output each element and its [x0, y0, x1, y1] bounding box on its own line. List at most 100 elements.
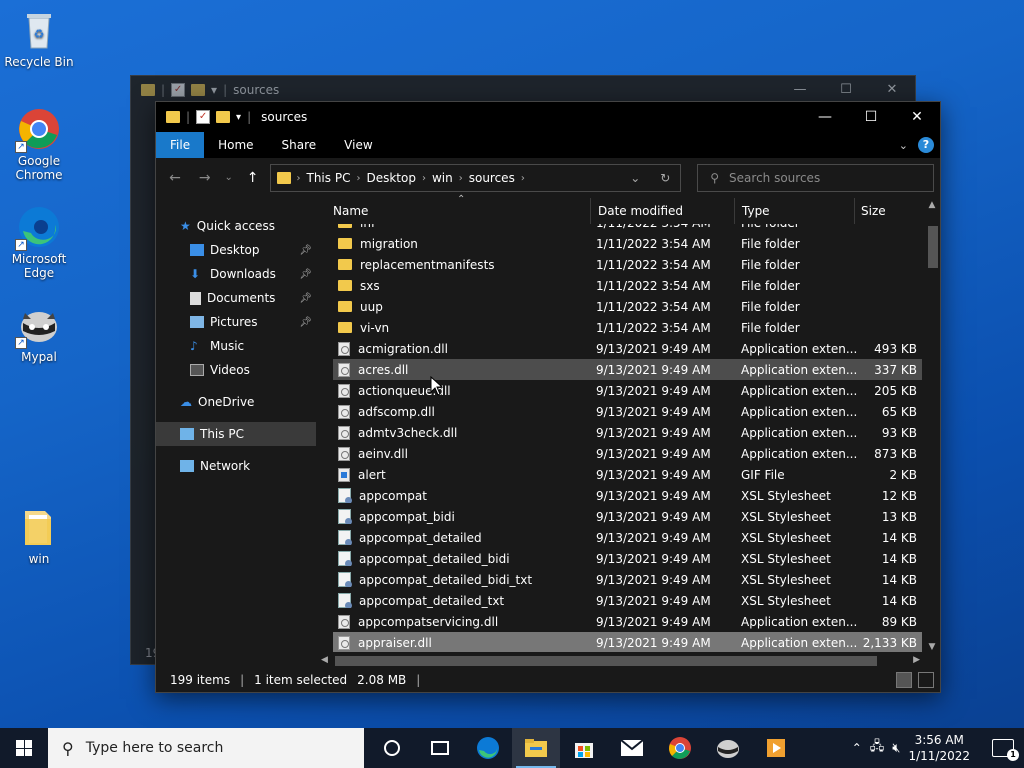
nav-quick-access[interactable]: ★ Quick access — [156, 214, 316, 238]
file-row[interactable]: appcompatservicing.dll 9/13/2021 9:49 AM A… — [333, 611, 922, 632]
nav-pictures[interactable]: Pictures 📌︎ — [156, 310, 316, 334]
column-size[interactable]: Size — [855, 198, 925, 224]
scrollbar-thumb[interactable] — [928, 226, 938, 268]
properties-icon[interactable]: ✓ — [196, 110, 211, 124]
clock[interactable]: 3:56 AM 1/11/2022 — [908, 732, 970, 764]
start-button[interactable] — [0, 728, 48, 768]
maximize-icon[interactable]: ☐ — [823, 76, 869, 104]
file-row[interactable]: inf 1/11/2022 3:54 AMFile folder — [333, 224, 922, 233]
taskbar-search-input[interactable]: ⚲ Type here to search — [48, 728, 364, 768]
breadcrumb-this-pc[interactable]: This PC — [301, 171, 357, 185]
tab-home[interactable]: Home — [204, 132, 267, 158]
tab-file[interactable]: File — [156, 132, 205, 158]
file-row[interactable]: replacementmanifests 1/11/2022 3:54 AM Fil… — [333, 254, 922, 275]
nav-onedrive[interactable]: ☁ OneDrive — [156, 390, 316, 414]
taskbar-store[interactable] — [560, 728, 608, 768]
file-row[interactable]: appraiser.dll 9/13/2021 9:49 AM Applicatio… — [333, 632, 922, 653]
column-date-modified[interactable]: Date modified — [591, 198, 735, 224]
file-explorer-window[interactable]: | ✓ ▾ | sources — ☐ ✕ File Home Share Vi… — [155, 101, 941, 693]
breadcrumb-separator-icon[interactable]: › — [521, 173, 525, 184]
taskbar-mypal[interactable] — [704, 728, 752, 768]
tab-share[interactable]: Share — [268, 132, 331, 158]
taskbar-task-view[interactable] — [416, 728, 464, 768]
back-arrow-icon[interactable]: ← — [162, 165, 188, 191]
customize-quick-access-icon[interactable]: ▾ — [236, 112, 241, 123]
show-hidden-icons-icon[interactable]: ⌃ — [852, 741, 862, 755]
file-name-cell: sxs — [333, 279, 591, 293]
desktop-icon-label: win — [28, 552, 50, 566]
separator: | — [240, 673, 245, 687]
file-row[interactable]: appcompat_detailed 9/13/2021 9:49 AM XSL S… — [333, 527, 922, 548]
nav-this-pc[interactable]: This PC — [156, 422, 316, 446]
nav-videos[interactable]: Videos — [156, 358, 316, 382]
recent-locations-icon[interactable]: ⌄ — [222, 165, 236, 191]
nav-music[interactable]: ♪ Music — [156, 334, 316, 358]
nav-desktop[interactable]: Desktop 📌︎ — [156, 238, 316, 262]
help-icon[interactable]: ? — [918, 137, 934, 153]
file-row[interactable]: appcompat 9/13/2021 9:49 AM XSL Stylesheet… — [333, 485, 922, 506]
taskbar-cortana[interactable] — [368, 728, 416, 768]
taskbar-file-explorer[interactable] — [512, 728, 560, 768]
file-row[interactable]: aeinv.dll 9/13/2021 9:49 AM Application ex… — [333, 443, 922, 464]
file-row[interactable]: actionqueue.dll 9/13/2021 9:49 AM Applicat… — [333, 380, 922, 401]
scrollbar-thumb[interactable] — [335, 656, 877, 666]
close-icon[interactable]: ✕ — [869, 76, 915, 104]
file-row[interactable]: acmigration.dll 9/13/2021 9:49 AM Applicat… — [333, 338, 922, 359]
nav-downloads[interactable]: ⬇ Downloads 📌︎ — [156, 262, 316, 286]
minimize-icon[interactable]: — — [802, 102, 848, 132]
volume-muted-icon[interactable]: 🔇︎ — [892, 741, 900, 756]
scroll-left-icon[interactable]: ◀ — [321, 652, 328, 668]
details-view-icon[interactable] — [896, 672, 912, 688]
taskbar-media-player[interactable] — [752, 728, 800, 768]
taskbar-edge[interactable] — [464, 728, 512, 768]
desktop-icon-recycle-bin[interactable]: ♻ Recycle Bin — [1, 8, 77, 69]
titlebar[interactable]: | ✓ ▾ | sources — ☐ ✕ — [156, 102, 940, 132]
vertical-scrollbar[interactable]: ▲ ▼ — [924, 198, 940, 654]
nav-network[interactable]: Network — [156, 454, 316, 478]
file-row[interactable]: appcompat_detailed_bidi 9/13/2021 9:49 AM… — [333, 548, 922, 569]
search-input[interactable]: ⚲ Search sources — [697, 164, 935, 192]
desktop-icon-edge[interactable]: ↗ Microsoft Edge — [1, 205, 77, 280]
nav-documents[interactable]: Documents 📌︎ — [156, 286, 316, 310]
file-date: 1/11/2022 3:54 AM — [596, 257, 711, 272]
file-row[interactable]: admtv3check.dll 9/13/2021 9:49 AM Applicat… — [333, 422, 922, 443]
file-row[interactable]: alert 9/13/2021 9:49 AM GIF File 2 KB — [333, 464, 922, 485]
horizontal-scrollbar[interactable]: ◀ ▶ — [317, 652, 940, 668]
close-icon[interactable]: ✕ — [894, 102, 940, 132]
network-status-icon[interactable]: 🖧︎ — [870, 737, 885, 759]
file-row[interactable]: uup 1/11/2022 3:54 AM File folder — [333, 296, 922, 317]
column-type[interactable]: Type — [735, 198, 855, 224]
expand-ribbon-icon[interactable]: ⌄ — [899, 139, 908, 152]
desktop-icon-label: Mypal — [21, 350, 57, 364]
file-row[interactable]: migration 1/11/2022 3:54 AM File folder — [333, 233, 922, 254]
scroll-up-icon[interactable]: ▲ — [924, 198, 940, 212]
taskbar-chrome[interactable] — [656, 728, 704, 768]
address-bar[interactable]: › This PC › Desktop › win › sources › ⌄ … — [269, 164, 682, 192]
breadcrumb-desktop[interactable]: Desktop — [360, 171, 422, 185]
file-row[interactable]: acres.dll 9/13/2021 9:49 AM Application ex… — [333, 359, 922, 380]
desktop-icon-win-folder[interactable]: win — [1, 505, 77, 566]
forward-arrow-icon[interactable]: → — [192, 165, 218, 191]
new-folder-icon[interactable] — [216, 111, 231, 123]
up-arrow-icon[interactable]: ↑ — [240, 165, 266, 191]
xsl-file-icon — [338, 593, 352, 608]
file-row[interactable]: appcompat_bidi 9/13/2021 9:49 AM XSL Style… — [333, 506, 922, 527]
address-history-icon[interactable]: ⌄ — [620, 165, 650, 191]
scroll-right-icon[interactable]: ▶ — [913, 652, 920, 668]
file-row[interactable]: sxs 1/11/2022 3:54 AM File folder — [333, 275, 922, 296]
notifications-icon[interactable]: 1 — [992, 739, 1019, 761]
minimize-icon[interactable]: — — [777, 76, 823, 104]
breadcrumb-win[interactable]: win — [426, 171, 459, 185]
refresh-icon[interactable]: ↻ — [650, 165, 680, 191]
file-row[interactable]: appcompat_detailed_bidi_txt 9/13/2021 9:4… — [333, 569, 922, 590]
taskbar-mail[interactable] — [608, 728, 656, 768]
breadcrumb-sources[interactable]: sources — [463, 171, 521, 185]
maximize-icon[interactable]: ☐ — [848, 102, 894, 132]
file-row[interactable]: appcompat_detailed_txt 9/13/2021 9:49 AM X… — [333, 590, 922, 611]
file-row[interactable]: adfscomp.dll 9/13/2021 9:49 AM Application… — [333, 401, 922, 422]
desktop-icon-mypal[interactable]: ↗ Mypal — [1, 303, 77, 364]
tab-view[interactable]: View — [330, 132, 386, 158]
desktop-icon-chrome[interactable]: ↗ Google Chrome — [1, 107, 77, 182]
file-row[interactable]: vi-vn 1/11/2022 3:54 AM File folder — [333, 317, 922, 338]
large-icons-view-icon[interactable] — [918, 672, 934, 688]
